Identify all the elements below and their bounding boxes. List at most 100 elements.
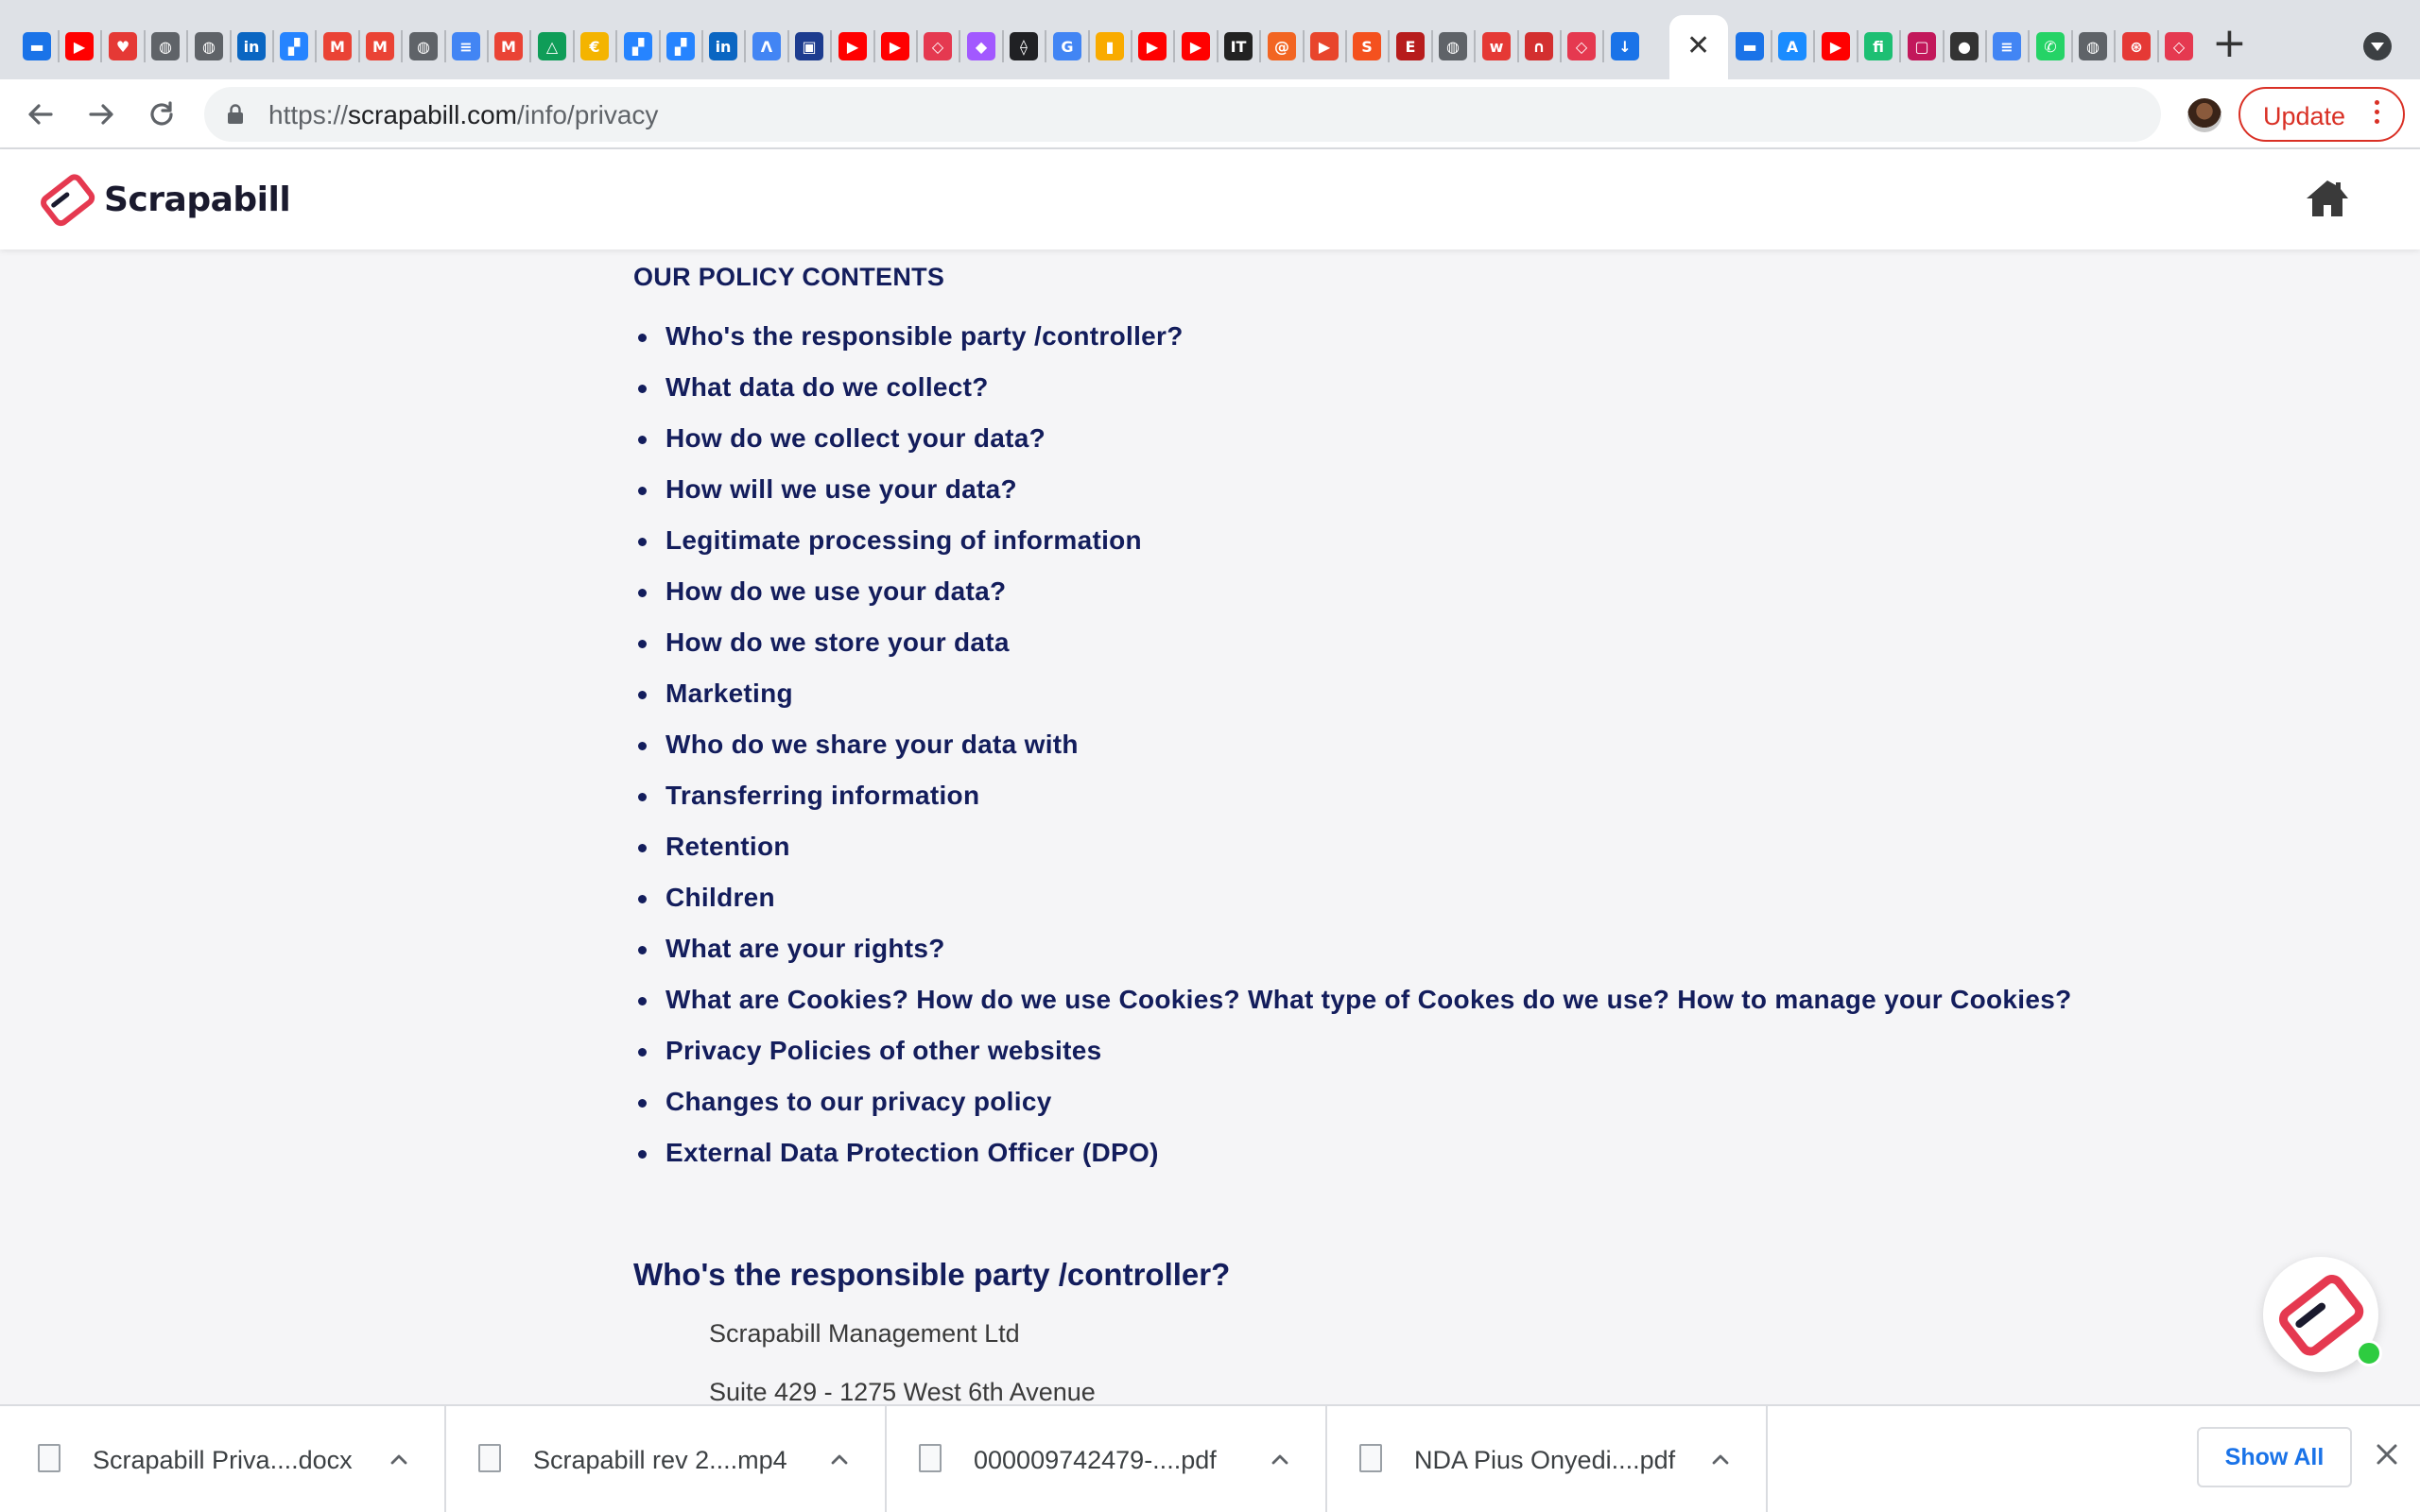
download-item[interactable]: Scrapabill Priva....docx: [0, 1406, 446, 1512]
policy-contents-link[interactable]: Retention: [633, 832, 2071, 883]
policy-contents-link[interactable]: Privacy Policies of other websites: [633, 1036, 2071, 1087]
reload-button[interactable]: [142, 94, 182, 134]
tab-search-icon[interactable]: [2363, 32, 2392, 60]
policy-contents-link[interactable]: External Data Protection Officer (DPO): [633, 1138, 2071, 1189]
download-filename: NDA Pius Onyedi....pdf: [1414, 1446, 1676, 1474]
tab-separator: [744, 30, 746, 62]
google-drive-icon[interactable]: △: [538, 32, 566, 60]
policy-contents-link[interactable]: What are your rights?: [633, 934, 2071, 985]
tab-separator: [1388, 30, 1390, 62]
policy-contents-link[interactable]: Who do we share your data with: [633, 730, 2071, 781]
heart-icon[interactable]: ♥: [109, 32, 137, 60]
app-store-icon[interactable]: A: [1778, 32, 1806, 60]
chevron-up-icon[interactable]: [1707, 1446, 1734, 1472]
new-tab-button[interactable]: +: [2212, 23, 2247, 64]
analytics-icon[interactable]: ▮: [1096, 32, 1124, 60]
scrapabill-icon[interactable]: ◇: [2165, 32, 2193, 60]
policy-contents-link[interactable]: What are Cookies? How do we use Cookies?…: [633, 985, 2071, 1036]
gmail-icon[interactable]: M: [494, 32, 523, 60]
globe-icon[interactable]: ◍: [1439, 32, 1467, 60]
policy-contents-link[interactable]: How do we collect your data?: [633, 423, 2071, 474]
chevron-up-icon[interactable]: [826, 1446, 853, 1472]
figma-icon[interactable]: ◆: [967, 32, 995, 60]
policy-contents-link[interactable]: How do we store your data: [633, 627, 2071, 679]
gmail-icon[interactable]: M: [366, 32, 394, 60]
globe-icon[interactable]: ◍: [195, 32, 223, 60]
address-bar[interactable]: https://scrapabill.com/info/privacy: [204, 87, 2161, 142]
site-logo[interactable]: Scrapabill: [38, 172, 291, 227]
youtube-icon[interactable]: ▶: [1138, 32, 1167, 60]
document-icon[interactable]: ≡: [452, 32, 480, 60]
chevron-up-icon[interactable]: [386, 1446, 412, 1472]
download-item[interactable]: Scrapabill rev 2....mp4: [441, 1406, 887, 1512]
globe-icon[interactable]: ◍: [409, 32, 438, 60]
policy-contents-link[interactable]: Changes to our privacy policy: [633, 1087, 2071, 1138]
gmail-icon[interactable]: M: [323, 32, 352, 60]
show-all-downloads-button[interactable]: Show All: [2197, 1427, 2352, 1487]
forward-button[interactable]: [81, 94, 121, 134]
confluence-icon[interactable]: ▞: [280, 32, 308, 60]
download-item[interactable]: 000009742479-....pdf: [881, 1406, 1327, 1512]
document-icon[interactable]: ≡: [1993, 32, 2021, 60]
linkedin-icon[interactable]: in: [237, 32, 266, 60]
tab-separator: [1088, 30, 1090, 62]
pen-icon[interactable]: ⟠: [1010, 32, 1038, 60]
w-icon[interactable]: w: [1482, 32, 1511, 60]
download-icon[interactable]: ↓: [1611, 32, 1639, 60]
screen-icon[interactable]: ▢: [1908, 32, 1936, 60]
chat-icon[interactable]: ▬: [1736, 32, 1764, 60]
policy-contents-link[interactable]: What data do we collect?: [633, 372, 2071, 423]
close-tab-icon[interactable]: ✕: [1686, 32, 1710, 60]
policy-contents-link[interactable]: Children: [633, 883, 2071, 934]
chat-icon[interactable]: ▬: [23, 32, 51, 60]
tab-separator: [1474, 30, 1476, 62]
globe-icon[interactable]: ◍: [2079, 32, 2107, 60]
confluence-icon[interactable]: ▞: [624, 32, 652, 60]
bookmark-icon[interactable]: ▶: [1310, 32, 1339, 60]
tab-separator: [272, 30, 274, 62]
tab-separator: [1857, 30, 1858, 62]
youtube-icon[interactable]: ▶: [838, 32, 867, 60]
policy-contents-link[interactable]: Legitimate processing of information: [633, 525, 2071, 576]
tab-separator: [230, 30, 232, 62]
fiverr-icon[interactable]: fi: [1864, 32, 1893, 60]
active-tab[interactable]: ✕: [1669, 15, 1728, 79]
chat-widget-button[interactable]: [2263, 1257, 2382, 1372]
youtube-icon[interactable]: ▶: [881, 32, 909, 60]
s-icon[interactable]: S: [1353, 32, 1381, 60]
video-file-icon: [478, 1444, 501, 1472]
youtube-icon[interactable]: ▶: [65, 32, 94, 60]
youtube-icon[interactable]: ▶: [1182, 32, 1210, 60]
bank-icon[interactable]: ▣: [795, 32, 823, 60]
google-icon[interactable]: G: [1053, 32, 1081, 60]
linkedin-icon[interactable]: in: [709, 32, 737, 60]
scrapabill-icon[interactable]: ◇: [1567, 32, 1596, 60]
update-button[interactable]: Update: [2238, 87, 2405, 142]
youtube-icon[interactable]: ▶: [1822, 32, 1850, 60]
policy-contents-link[interactable]: Who's the responsible party /controller?: [633, 321, 2071, 372]
target-icon[interactable]: ⊛: [2122, 32, 2151, 60]
online-status-indicator: [2356, 1340, 2382, 1366]
close-shelf-icon[interactable]: [2373, 1440, 2401, 1469]
lock-icon[interactable]: [227, 104, 244, 125]
google-ads-icon[interactable]: Λ: [752, 32, 781, 60]
back-button[interactable]: [21, 94, 60, 134]
globe-icon[interactable]: ◍: [151, 32, 180, 60]
badge-icon[interactable]: ●: [1950, 32, 1979, 60]
policy-contents-link[interactable]: Marketing: [633, 679, 2071, 730]
policy-contents-link[interactable]: How do we use your data?: [633, 576, 2071, 627]
download-item[interactable]: NDA Pius Onyedi....pdf: [1322, 1406, 1768, 1512]
confluence-icon[interactable]: ▞: [666, 32, 695, 60]
policy-contents-link[interactable]: Transferring information: [633, 781, 2071, 832]
chevron-up-icon[interactable]: [1267, 1446, 1293, 1472]
whatsapp-icon[interactable]: ✆: [2036, 32, 2065, 60]
home-icon[interactable]: [2305, 178, 2350, 219]
evs-icon[interactable]: E: [1396, 32, 1425, 60]
spiral-icon[interactable]: @: [1268, 32, 1296, 60]
profile-avatar[interactable]: [2187, 98, 2221, 132]
scrapabill-icon[interactable]: ◇: [924, 32, 952, 60]
coin-icon[interactable]: €: [580, 32, 609, 60]
itpro-icon[interactable]: IT: [1224, 32, 1253, 60]
arc-icon[interactable]: ∩: [1525, 32, 1553, 60]
policy-contents-link[interactable]: How will we use your data?: [633, 474, 2071, 525]
